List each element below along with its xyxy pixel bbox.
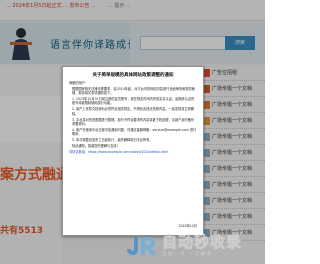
jr-logo-icon bbox=[127, 236, 156, 255]
dialog-body: 尊敬的用户： 根据国家相关法律法规要求，自2024年起，对平台内的网站内容进行全… bbox=[69, 81, 197, 221]
watermark-subtitle: 全站一次 一次收录 bbox=[162, 252, 213, 257]
dialog-paragraph: 4. 用户在使用平台过程中如遇到问题，可通过客服邮箱：service@examp… bbox=[72, 127, 197, 137]
dialog-paragraph: 特此通知，感谢您的理解与支持！ bbox=[72, 144, 120, 149]
watermark: 自动秒收录 全站一次 一次收录 bbox=[124, 234, 242, 257]
dialog-date: 2023年12月 bbox=[178, 224, 197, 228]
notice-dialog: 关于简单规模的具体网站政策调整的通知 尊敬的用户： 根据国家相关法律法规要求，自… bbox=[62, 66, 204, 236]
dialog-paragraph: 根据国家相关法律法规要求，自2024年起，对平台内的网站内容进行全面审查和规范管… bbox=[72, 87, 195, 96]
dialog-title: 关于简单规模的具体网站政策调整的通知 bbox=[92, 73, 174, 78]
dialog-paragraph: 尊敬的用户： bbox=[69, 81, 89, 85]
dialog-paragraph: 2. 用户上传的文档资料必须符合相关规定，不得包含违法违规内容，一经发现将立即删… bbox=[72, 107, 194, 116]
dialog-link[interactable]: 详情请参阅：https://www.example.com/notice/202… bbox=[69, 150, 197, 154]
dialog-paragraph: 1. 2023年12月31日前注册的会员账号，需在规定时间内完成实名认证，逾期未… bbox=[72, 97, 195, 106]
dialog-paragraph: 5. 本次调整自发布之日起执行，最终解释权归平台所有。 bbox=[72, 138, 153, 143]
dialog-paragraph: 3. 平台将对历史数据进行整理，部分不符合要求的内容将被下线处理，请用户及时备份… bbox=[72, 117, 194, 126]
watermark-title: 自动秒收录 bbox=[162, 233, 243, 251]
